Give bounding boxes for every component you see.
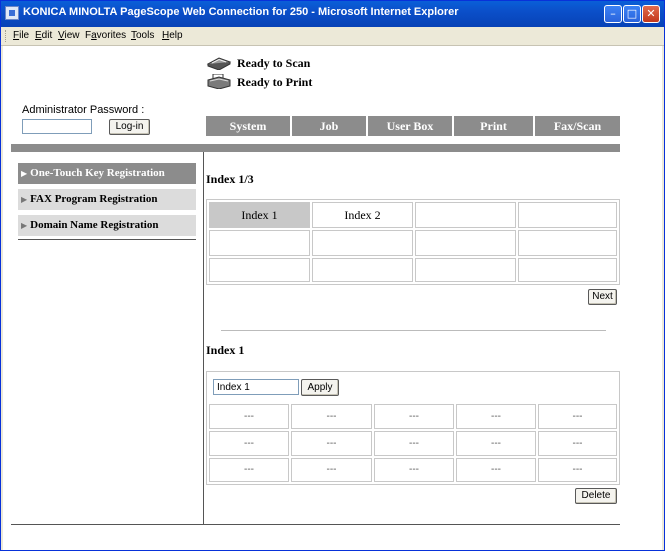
- menu-tools[interactable]: Tools: [131, 30, 154, 41]
- menu-edit[interactable]: Edit: [35, 30, 52, 41]
- title-bar[interactable]: KONICA MINOLTA PageScope Web Connection …: [1, 1, 664, 27]
- ie-app-icon: [5, 6, 19, 20]
- admin-password-input[interactable]: [22, 119, 92, 134]
- key-cell[interactable]: ---: [209, 431, 289, 456]
- key-cell[interactable]: ---: [538, 404, 617, 429]
- index-cell: [415, 202, 516, 228]
- key-cell[interactable]: ---: [209, 404, 289, 429]
- index-cell: [518, 230, 617, 256]
- tab-job[interactable]: Job: [292, 116, 366, 136]
- key-cell[interactable]: ---: [456, 431, 536, 456]
- tab-system[interactable]: System: [206, 116, 290, 136]
- index-name-input[interactable]: [213, 379, 299, 395]
- key-cell[interactable]: ---: [456, 458, 536, 482]
- tab-print[interactable]: Print: [454, 116, 533, 136]
- key-cell[interactable]: ---: [538, 458, 617, 482]
- sidebar-item-fax-program[interactable]: ▶ FAX Program Registration: [18, 189, 196, 210]
- index-detail-heading: Index 1: [206, 343, 245, 357]
- browser-window: KONICA MINOLTA PageScope Web Connection …: [0, 0, 665, 551]
- footer-divider: [11, 524, 620, 525]
- index-page-heading: Index 1/3: [206, 172, 254, 186]
- key-cell[interactable]: ---: [291, 458, 372, 482]
- index-cell[interactable]: Index 2: [312, 202, 413, 228]
- menu-bar: File Edit View Favorites Tools Help ⚑: [1, 27, 664, 70]
- index-cell: [312, 258, 413, 282]
- tab-user-box[interactable]: User Box: [368, 116, 452, 136]
- section-separator: [221, 330, 606, 331]
- key-cell[interactable]: ---: [291, 431, 372, 456]
- key-cell[interactable]: ---: [374, 458, 454, 482]
- sidebar-item-domain-name[interactable]: ▶ Domain Name Registration: [18, 215, 196, 236]
- menu-favorites[interactable]: Favorites: [85, 30, 126, 41]
- sidebar-divider: [203, 152, 204, 524]
- key-cell[interactable]: ---: [209, 458, 289, 482]
- index-cell: [518, 258, 617, 282]
- admin-password-label: Administrator Password :: [22, 104, 145, 116]
- arrow-right-icon: ▶: [21, 169, 28, 178]
- minimize-button[interactable]: –: [604, 5, 622, 23]
- sidebar-bottom-line: [18, 239, 196, 240]
- close-button[interactable]: ✕: [642, 5, 660, 23]
- index-cell: [209, 230, 310, 256]
- key-cell[interactable]: ---: [456, 404, 536, 429]
- arrow-right-icon: ▶: [21, 221, 28, 230]
- tab-fax-scan[interactable]: Fax/Scan: [535, 116, 620, 136]
- maximize-button[interactable]: □: [623, 5, 641, 23]
- index-cell: [518, 202, 617, 228]
- main-tabs: System Job User Box Print Fax/Scan: [206, 116, 620, 136]
- printer-icon: [207, 74, 231, 89]
- key-cell[interactable]: ---: [374, 431, 454, 456]
- index-cell: [312, 230, 413, 256]
- key-cell[interactable]: ---: [374, 404, 454, 429]
- key-cell[interactable]: ---: [291, 404, 372, 429]
- header-divider-bar: [11, 144, 620, 152]
- key-cell[interactable]: ---: [538, 431, 617, 456]
- apply-button[interactable]: Apply: [301, 379, 339, 396]
- next-button[interactable]: Next: [588, 289, 617, 305]
- login-button[interactable]: Log-in: [109, 119, 150, 135]
- index-cell: [415, 258, 516, 282]
- index-cell[interactable]: Index 1: [209, 202, 310, 228]
- toolbar-grip: [5, 30, 8, 42]
- index-cell: [209, 258, 310, 282]
- window-title: KONICA MINOLTA PageScope Web Connection …: [23, 6, 459, 18]
- sidebar-item-one-touch-key[interactable]: ▶ One-Touch Key Registration: [18, 163, 196, 184]
- arrow-right-icon: ▶: [21, 195, 28, 204]
- menu-help[interactable]: Help: [162, 30, 183, 41]
- page-content: Ready to Scan Ready to Print Administrat…: [3, 46, 662, 550]
- scanner-icon: [206, 57, 232, 70]
- menu-file[interactable]: File: [13, 30, 29, 41]
- index-cell: [415, 230, 516, 256]
- menu-view[interactable]: View: [58, 30, 80, 41]
- delete-button[interactable]: Delete: [575, 488, 617, 504]
